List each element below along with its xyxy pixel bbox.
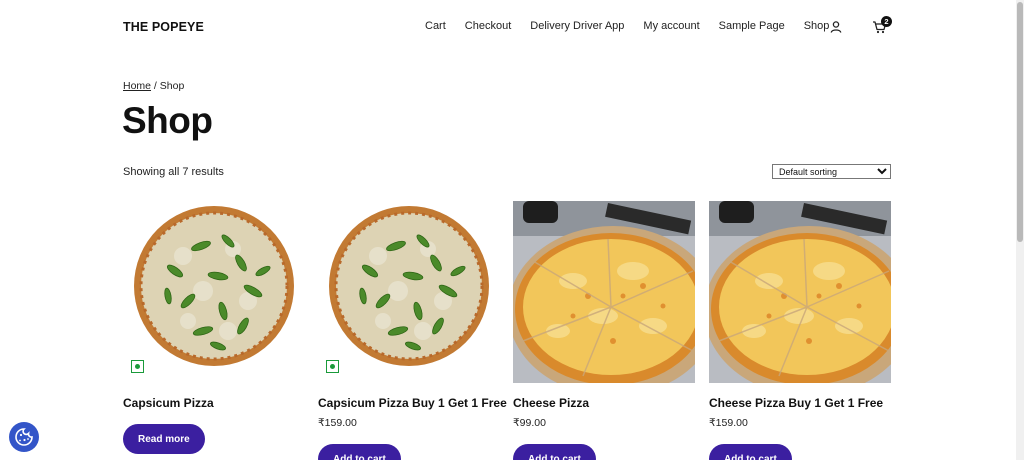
- product-name[interactable]: Cheese Pizza Buy 1 Get 1 Free: [709, 396, 883, 410]
- product-price: ₹159.00: [709, 417, 748, 429]
- product-image[interactable]: [709, 201, 891, 383]
- veg-mark-icon: [131, 360, 144, 373]
- nav-item-sample-page[interactable]: Sample Page: [719, 20, 785, 32]
- product-image[interactable]: [123, 201, 305, 383]
- product-name[interactable]: Capsicum Pizza Buy 1 Get 1 Free: [318, 396, 507, 410]
- nav-item-cart[interactable]: Cart: [425, 20, 446, 32]
- cheese-pizza-image: [513, 201, 695, 383]
- user-icon[interactable]: [829, 20, 843, 34]
- add-to-cart-button[interactable]: Add to cart: [513, 444, 596, 460]
- main-nav: Cart Checkout Delivery Driver App My acc…: [425, 20, 829, 32]
- nav-item-delivery-driver-app[interactable]: Delivery Driver App: [530, 20, 624, 32]
- capsicum-pizza-image: [318, 201, 500, 383]
- product-image[interactable]: [513, 201, 695, 383]
- breadcrumb-separator: /: [151, 80, 160, 92]
- product-image[interactable]: [318, 201, 500, 383]
- cookie-icon: [15, 428, 33, 446]
- nav-item-my-account[interactable]: My account: [643, 20, 699, 32]
- nav-item-checkout[interactable]: Checkout: [465, 20, 511, 32]
- product-name[interactable]: Capsicum Pizza: [123, 396, 214, 410]
- page-title: Shop: [122, 100, 213, 141]
- site-logo[interactable]: THE POPEYE: [123, 20, 204, 34]
- product-price: ₹99.00: [513, 417, 546, 429]
- page-scrollbar[interactable]: [1016, 0, 1024, 460]
- product-price: ₹159.00: [318, 417, 357, 429]
- capsicum-pizza-image: [123, 201, 305, 383]
- breadcrumb-current: Shop: [159, 80, 185, 92]
- cookie-settings-button[interactable]: [9, 422, 39, 452]
- add-to-cart-button[interactable]: Add to cart: [709, 444, 792, 460]
- nav-item-shop[interactable]: Shop: [804, 20, 830, 32]
- cart-count-badge: 2: [881, 16, 892, 27]
- add-to-cart-button[interactable]: Add to cart: [318, 444, 401, 460]
- veg-mark-icon: [326, 360, 339, 373]
- breadcrumb: Home / Shop: [123, 80, 184, 92]
- scrollbar-thumb[interactable]: [1017, 2, 1023, 242]
- result-count: Showing all 7 results: [123, 166, 224, 178]
- read-more-button[interactable]: Read more: [123, 424, 205, 454]
- site-header: THE POPEYE Cart Checkout Delivery Driver…: [0, 0, 1016, 56]
- breadcrumb-home-link[interactable]: Home: [123, 80, 151, 92]
- product-name[interactable]: Cheese Pizza: [513, 396, 589, 410]
- cheese-pizza-image: [709, 201, 891, 383]
- sort-select[interactable]: Default sorting: [772, 164, 891, 179]
